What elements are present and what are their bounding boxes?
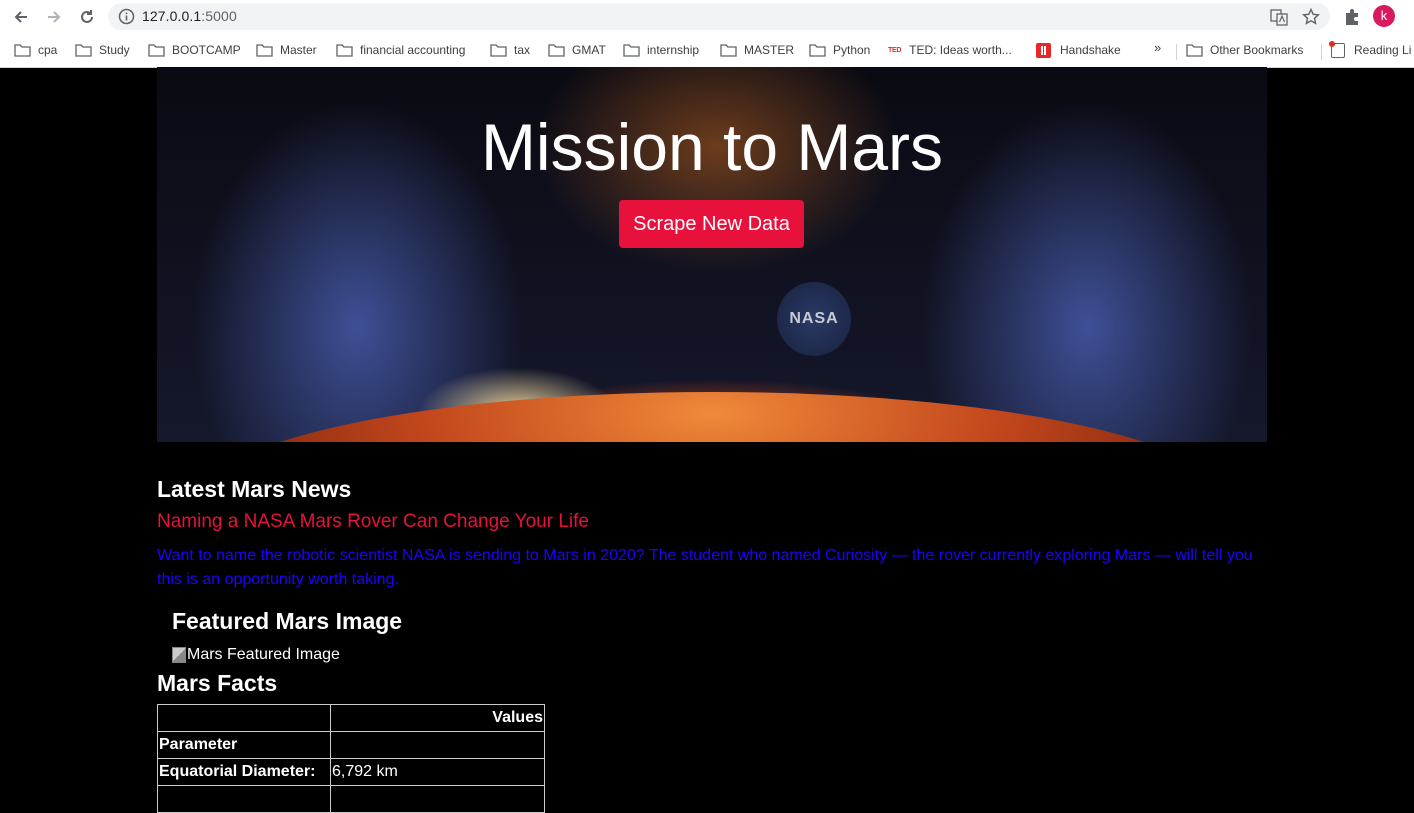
bookmark-label: TED: Ideas worth... xyxy=(909,43,1012,57)
folder-icon xyxy=(1186,43,1203,57)
hero-banner: NASA Mission to Mars Scrape New Data xyxy=(157,67,1267,442)
bookmark-gmat[interactable]: GMAT xyxy=(548,40,606,60)
table-cell xyxy=(330,785,545,813)
info-icon[interactable] xyxy=(118,8,135,25)
bookmarks-overflow-chevron-icon[interactable]: » xyxy=(1154,40,1161,55)
reload-icon xyxy=(81,10,93,23)
folder-icon xyxy=(490,43,507,57)
bookmark-handshake[interactable]: Handshake xyxy=(1036,40,1121,60)
bookmark-label: tax xyxy=(514,43,531,57)
table-row: Equatorial Diameter: 6,792 km xyxy=(157,758,545,786)
facts-heading: Mars Facts xyxy=(157,670,278,696)
translate-icon[interactable] xyxy=(1270,8,1288,26)
arrow-right-icon xyxy=(48,11,61,23)
bookmark-label: MASTER xyxy=(744,43,795,57)
folder-icon xyxy=(75,43,92,57)
table-header-cell: Values xyxy=(330,704,545,732)
bookmark-label: Master xyxy=(280,43,317,57)
bookmark-master-upper[interactable]: MASTER xyxy=(720,40,794,60)
folder-icon xyxy=(720,43,737,57)
bookmark-python[interactable]: Python xyxy=(809,40,870,60)
folder-icon xyxy=(148,43,165,57)
folder-icon xyxy=(623,43,640,57)
folder-icon xyxy=(14,43,31,57)
bookmark-label: Other Bookmarks xyxy=(1210,43,1304,57)
bookmark-label: Study xyxy=(99,43,130,57)
bookmark-label: cpa xyxy=(38,43,58,57)
bookmark-tax[interactable]: tax xyxy=(490,40,530,60)
profile-avatar[interactable]: k xyxy=(1373,5,1395,27)
page-title: Mission to Mars xyxy=(480,110,944,184)
news-title: Naming a NASA Mars Rover Can Change Your… xyxy=(157,511,589,532)
bookmark-cpa[interactable]: cpa xyxy=(14,40,57,60)
star-icon[interactable] xyxy=(1302,8,1320,26)
address-bar[interactable]: 127.0.0.1:5000 xyxy=(108,3,1330,30)
featured-image: Mars Featured Image xyxy=(172,646,340,664)
table-header-row: Values xyxy=(157,704,545,732)
table-cell xyxy=(157,785,331,813)
bookmark-bootcamp[interactable]: BOOTCAMP xyxy=(148,40,241,60)
bookmark-label: BOOTCAMP xyxy=(172,43,241,57)
bookmarks-divider xyxy=(1176,44,1177,60)
bookmark-study[interactable]: Study xyxy=(75,40,130,60)
folder-icon xyxy=(256,43,273,57)
table-cell: Equatorial Diameter: xyxy=(157,758,331,786)
bookmark-label: Python xyxy=(833,43,871,57)
table-cell xyxy=(330,731,545,759)
bookmarks-divider xyxy=(1321,44,1322,60)
news-heading: Latest Mars News xyxy=(157,476,352,502)
featured-image-alt-text: Mars Featured Image xyxy=(187,646,340,663)
back-button[interactable] xyxy=(10,6,32,28)
table-header-cell xyxy=(157,704,331,732)
bookmark-internship[interactable]: internship xyxy=(623,40,699,60)
bookmark-financial-accounting[interactable]: financial accounting xyxy=(336,40,465,60)
url-port: :5000 xyxy=(201,8,237,24)
arrow-left-icon xyxy=(14,11,27,23)
browser-chrome: 127.0.0.1:5000 k cpa Study BOOTCAMP Mast… xyxy=(0,0,1414,68)
featured-image-heading: Featured Mars Image xyxy=(172,608,403,634)
table-cell: 6,792 km xyxy=(330,758,545,786)
bookmark-label: GMAT xyxy=(572,43,606,57)
table-row xyxy=(157,785,545,813)
folder-icon xyxy=(809,43,826,57)
news-paragraph: Want to name the robotic scientist NASA … xyxy=(157,547,1253,588)
reading-list-label: Reading Li xyxy=(1354,43,1412,57)
folder-icon xyxy=(548,43,565,57)
table-cell: Parameter xyxy=(157,731,331,759)
forward-button[interactable] xyxy=(43,6,65,28)
bookmark-label: Handshake xyxy=(1060,43,1121,57)
extensions-puzzle-icon[interactable] xyxy=(1342,7,1362,27)
mars-facts-table: Values Parameter Equatorial Diameter: 6,… xyxy=(157,704,545,813)
reload-button[interactable] xyxy=(76,6,98,28)
bookmark-ted[interactable]: TED TED: Ideas worth... xyxy=(888,40,1012,60)
reading-list-icon xyxy=(1329,40,1345,58)
folder-icon xyxy=(336,43,353,57)
bookmark-label: internship xyxy=(647,43,700,57)
bookmark-master[interactable]: Master xyxy=(256,40,317,60)
url-text: 127.0.0.1:5000 xyxy=(142,8,237,24)
browser-toolbar: 127.0.0.1:5000 k xyxy=(0,0,1414,34)
mars-planet-image xyxy=(197,392,1227,442)
broken-image-icon xyxy=(172,647,186,663)
reading-list[interactable]: Reading Li xyxy=(1329,40,1412,60)
bookmark-other-bookmarks[interactable]: Other Bookmarks xyxy=(1186,40,1303,60)
table-row: Parameter xyxy=(157,731,545,759)
url-host: 127.0.0.1 xyxy=(142,8,202,24)
nasa-logo: NASA xyxy=(777,282,851,356)
bookmarks-bar: cpa Study BOOTCAMP Master financial acco… xyxy=(0,34,1414,66)
scrape-new-data-button[interactable]: Scrape New Data xyxy=(619,200,804,248)
bookmark-label: financial accounting xyxy=(360,43,466,57)
ted-icon: TED xyxy=(888,46,902,54)
handshake-icon xyxy=(1036,42,1051,58)
